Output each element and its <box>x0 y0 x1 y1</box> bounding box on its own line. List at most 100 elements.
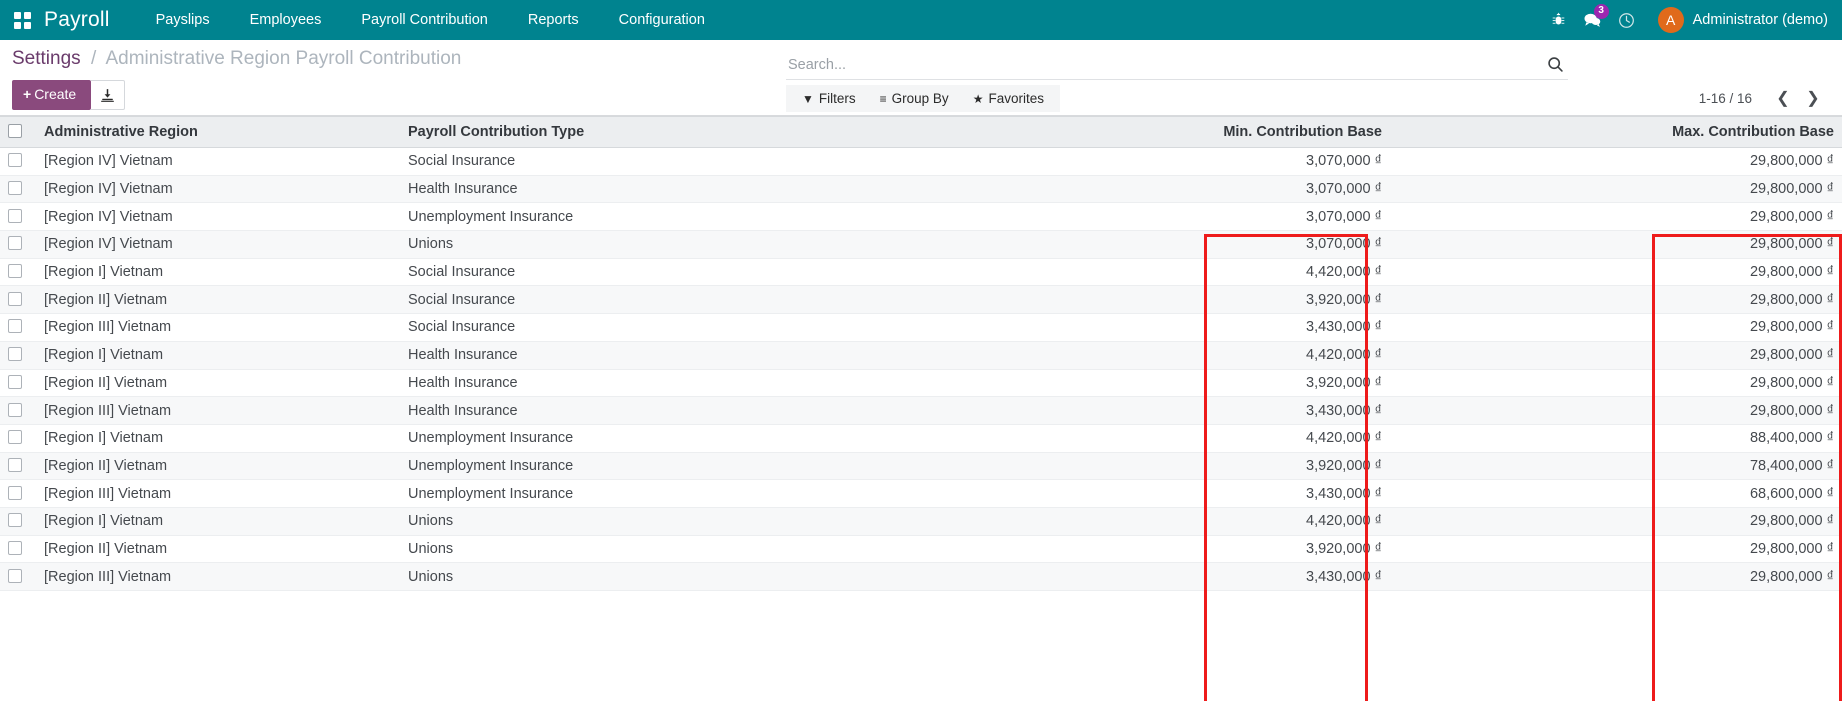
row-checkbox[interactable] <box>8 569 22 583</box>
cell-spacer-2 <box>1390 203 1652 231</box>
search-icon[interactable] <box>1542 52 1568 78</box>
row-checkbox[interactable] <box>8 209 22 223</box>
table-row[interactable]: [Region I] VietnamUnions4,420,000 ₫29,80… <box>0 507 1842 535</box>
cell-spacer-2 <box>1390 286 1652 314</box>
import-download-icon[interactable] <box>91 80 125 110</box>
row-checkbox[interactable] <box>8 264 22 278</box>
menu-item-payslips[interactable]: Payslips <box>136 0 230 40</box>
table-row[interactable]: [Region IV] VietnamSocial Insurance3,070… <box>0 148 1842 176</box>
column-header-max-contribution-base[interactable]: Max. Contribution Base <box>1652 117 1842 148</box>
row-checkbox[interactable] <box>8 153 22 167</box>
row-select-cell <box>0 480 36 508</box>
table-row[interactable]: [Region I] VietnamSocial Insurance4,420,… <box>0 258 1842 286</box>
table-row[interactable]: [Region IV] VietnamUnemployment Insuranc… <box>0 203 1842 231</box>
row-checkbox[interactable] <box>8 486 22 500</box>
cell-administrative-region: [Region III] Vietnam <box>36 397 400 425</box>
cell-spacer-2 <box>1390 480 1652 508</box>
cell-min-contribution-base: 4,420,000 ₫ <box>1204 507 1390 535</box>
app-brand-payroll[interactable]: Payroll <box>44 8 136 32</box>
table-row[interactable]: [Region III] VietnamUnions3,430,000 ₫29,… <box>0 563 1842 591</box>
select-all-checkbox[interactable] <box>8 124 22 138</box>
row-select-cell <box>0 203 36 231</box>
row-checkbox[interactable] <box>8 347 22 361</box>
create-button[interactable]: +Create <box>12 80 91 110</box>
cell-spacer-1 <box>810 535 1204 563</box>
cell-spacer-1 <box>810 452 1204 480</box>
row-checkbox[interactable] <box>8 458 22 472</box>
pager-count: 1-16 / 16 <box>1699 91 1768 106</box>
row-checkbox[interactable] <box>8 513 22 527</box>
avatar: A <box>1658 7 1684 33</box>
cell-spacer-2 <box>1390 507 1652 535</box>
row-select-cell <box>0 314 36 342</box>
cell-payroll-contribution-type: Unemployment Insurance <box>400 203 810 231</box>
column-header-payroll-contribution-type[interactable]: Payroll Contribution Type <box>400 117 810 148</box>
column-header-administrative-region[interactable]: Administrative Region <box>36 117 400 148</box>
row-checkbox[interactable] <box>8 236 22 250</box>
cell-max-contribution-base: 29,800,000 ₫ <box>1652 369 1842 397</box>
table-row[interactable]: [Region IV] VietnamUnions3,070,000 ₫29,8… <box>0 231 1842 259</box>
menu-item-payroll-contribution[interactable]: Payroll Contribution <box>341 0 508 40</box>
table-row[interactable]: [Region II] VietnamUnemployment Insuranc… <box>0 452 1842 480</box>
cell-spacer-1 <box>810 258 1204 286</box>
pager-previous-button[interactable]: ❮ <box>1768 87 1798 109</box>
table-row[interactable]: [Region II] VietnamUnions3,920,000 ₫29,8… <box>0 535 1842 563</box>
breadcrumb: Settings / Administrative Region Payroll… <box>12 48 461 70</box>
filters-label: Filters <box>819 91 856 106</box>
user-menu[interactable]: A Administrator (demo) <box>1644 7 1828 33</box>
cell-spacer-2 <box>1390 314 1652 342</box>
cell-max-contribution-base: 68,600,000 ₫ <box>1652 480 1842 508</box>
row-checkbox[interactable] <box>8 181 22 195</box>
filter-icon: ▼ <box>802 92 819 106</box>
group-by-dropdown[interactable]: ≡Group By <box>868 85 961 113</box>
cell-spacer-2 <box>1390 231 1652 259</box>
plus-icon: + <box>23 86 34 102</box>
table-row[interactable]: [Region III] VietnamUnemployment Insuran… <box>0 480 1842 508</box>
row-checkbox[interactable] <box>8 541 22 555</box>
search-input[interactable] <box>786 57 1542 73</box>
search-line <box>786 50 1568 80</box>
messages-icon[interactable]: 3 <box>1576 0 1610 40</box>
search-panel: ▼Filters ≡Group By ★Favorites <box>786 50 1568 112</box>
cell-payroll-contribution-type: Social Insurance <box>400 258 810 286</box>
row-checkbox[interactable] <box>8 319 22 333</box>
table-row[interactable]: [Region II] VietnamHealth Insurance3,920… <box>0 369 1842 397</box>
row-checkbox[interactable] <box>8 403 22 417</box>
row-checkbox[interactable] <box>8 375 22 389</box>
cell-administrative-region: [Region I] Vietnam <box>36 341 400 369</box>
table-row[interactable]: [Region III] VietnamSocial Insurance3,43… <box>0 314 1842 342</box>
row-checkbox[interactable] <box>8 430 22 444</box>
activities-clock-icon[interactable] <box>1610 0 1644 40</box>
table-body: [Region IV] VietnamSocial Insurance3,070… <box>0 148 1842 591</box>
cell-spacer-2 <box>1390 424 1652 452</box>
apps-grid-icon[interactable] <box>0 0 44 40</box>
cell-spacer-1 <box>810 341 1204 369</box>
cell-min-contribution-base: 3,920,000 ₫ <box>1204 286 1390 314</box>
cell-min-contribution-base: 3,070,000 ₫ <box>1204 175 1390 203</box>
table-row[interactable]: [Region I] VietnamHealth Insurance4,420,… <box>0 341 1842 369</box>
cell-administrative-region: [Region III] Vietnam <box>36 480 400 508</box>
cell-max-contribution-base: 29,800,000 ₫ <box>1652 507 1842 535</box>
breadcrumb-item-settings[interactable]: Settings <box>12 48 81 69</box>
control-panel: Settings / Administrative Region Payroll… <box>0 40 1842 116</box>
table-row[interactable]: [Region II] VietnamSocial Insurance3,920… <box>0 286 1842 314</box>
table-row[interactable]: [Region I] VietnamUnemployment Insurance… <box>0 424 1842 452</box>
pager-next-button[interactable]: ❯ <box>1798 87 1828 109</box>
row-checkbox[interactable] <box>8 292 22 306</box>
favorites-label: Favorites <box>988 91 1044 106</box>
cell-spacer-2 <box>1390 341 1652 369</box>
favorites-dropdown[interactable]: ★Favorites <box>961 85 1056 113</box>
cell-min-contribution-base: 4,420,000 ₫ <box>1204 258 1390 286</box>
bug-icon[interactable] <box>1542 0 1576 40</box>
row-select-cell <box>0 258 36 286</box>
cell-spacer-1 <box>810 286 1204 314</box>
menu-item-reports[interactable]: Reports <box>508 0 599 40</box>
table-row[interactable]: [Region IV] VietnamHealth Insurance3,070… <box>0 175 1842 203</box>
column-header-min-contribution-base[interactable]: Min. Contribution Base <box>1204 117 1390 148</box>
table-row[interactable]: [Region III] VietnamHealth Insurance3,43… <box>0 397 1842 425</box>
menu-item-configuration[interactable]: Configuration <box>599 0 725 40</box>
cell-max-contribution-base: 29,800,000 ₫ <box>1652 563 1842 591</box>
cell-spacer-1 <box>810 314 1204 342</box>
filters-dropdown[interactable]: ▼Filters <box>790 85 868 113</box>
menu-item-employees[interactable]: Employees <box>230 0 342 40</box>
